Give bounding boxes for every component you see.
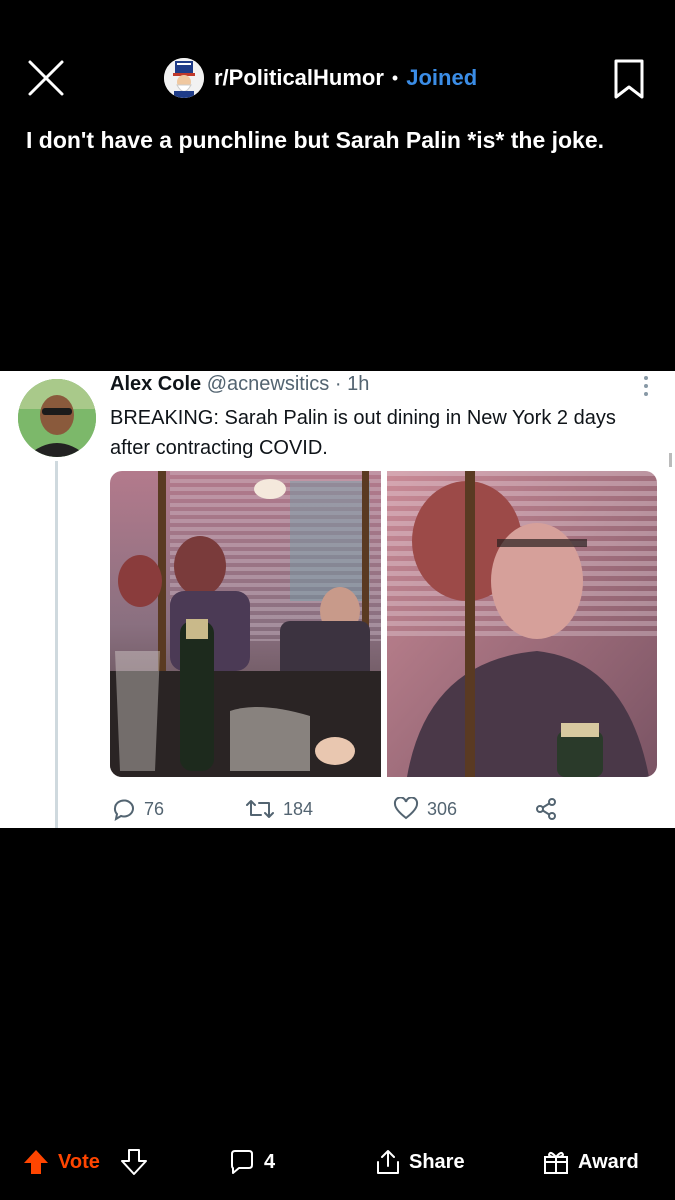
tweet-author-name: Alex Cole xyxy=(110,373,202,395)
separator-dot: • xyxy=(391,67,399,88)
award-button[interactable]: Award xyxy=(542,1146,639,1178)
award-icon xyxy=(544,1151,568,1174)
tweet-share xyxy=(534,795,558,823)
share-network-icon xyxy=(536,798,556,820)
tweet-photo-closeup xyxy=(387,471,657,777)
bookmark-button[interactable] xyxy=(612,58,646,100)
vote-label: Vote xyxy=(58,1150,100,1173)
bookmark-icon xyxy=(614,59,644,99)
tweet-handle: @acnewsitics xyxy=(206,373,330,395)
joined-status[interactable]: Joined xyxy=(406,65,477,91)
tweet-header: Alex Cole @acnewsitics · 1h xyxy=(110,373,369,396)
retweet-count: 184 xyxy=(283,798,314,819)
post-title: I don't have a punchline but Sarah Palin… xyxy=(26,127,605,153)
subreddit-name[interactable]: r/PoliticalHumor xyxy=(214,65,384,91)
share-label: Share xyxy=(409,1150,465,1173)
comment-icon xyxy=(231,1150,253,1174)
tweet-text: BREAKING: Sarah Palin is out dining in N… xyxy=(110,407,616,459)
tweet-time: 1h xyxy=(347,373,370,395)
tweet-like: 306 xyxy=(393,795,457,823)
retweet-icon xyxy=(246,800,274,818)
tweet-author-avatar xyxy=(18,379,96,457)
upvote-arrow-icon xyxy=(24,1150,48,1174)
tweet-retweet: 184 xyxy=(245,795,313,823)
subreddit-header[interactable]: r/PoliticalHumor • Joined xyxy=(164,58,477,98)
tweet-photo-restaurant xyxy=(110,471,381,777)
like-count: 306 xyxy=(427,798,458,819)
post-action-bar: Vote 4 Share Award xyxy=(0,1140,675,1184)
comments-count: 4 xyxy=(264,1150,276,1173)
downvote-button[interactable] xyxy=(120,1146,148,1178)
subreddit-avatar-icon xyxy=(164,58,204,98)
like-icon xyxy=(393,797,419,820)
share-button[interactable]: Share xyxy=(375,1146,465,1178)
share-icon xyxy=(377,1150,399,1174)
reply-count: 76 xyxy=(144,798,165,819)
downvote-arrow-icon xyxy=(121,1149,147,1175)
thread-line xyxy=(55,461,58,828)
tweet-reply: 76 xyxy=(112,795,164,823)
comments-button[interactable]: 4 xyxy=(228,1146,275,1178)
tweet-screenshot[interactable]: Alex Cole @acnewsitics · 1h BREAKING: Sa… xyxy=(0,371,675,828)
upvote-button[interactable]: Vote xyxy=(22,1146,100,1178)
close-icon xyxy=(28,60,64,96)
close-button[interactable] xyxy=(26,58,66,98)
award-label: Award xyxy=(578,1150,639,1173)
more-button xyxy=(640,375,652,397)
reply-icon xyxy=(113,799,134,821)
tweet-separator: · xyxy=(334,373,342,395)
more-icon xyxy=(644,376,648,396)
scroll-indicator xyxy=(669,453,672,467)
